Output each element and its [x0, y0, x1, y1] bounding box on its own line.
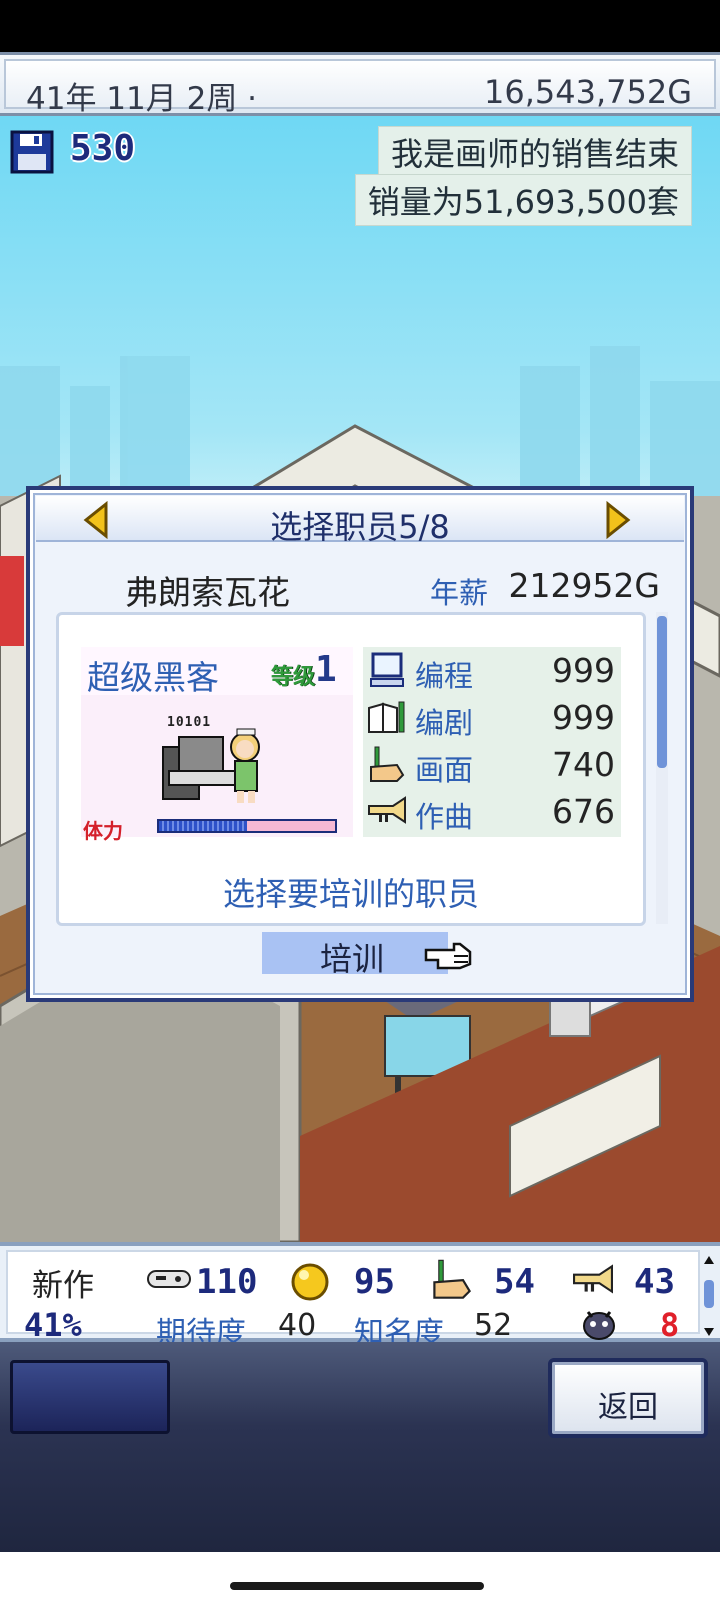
dialog-title: 选择职员5/8 — [270, 508, 450, 546]
stat-row-programming: 编程 999 — [363, 647, 621, 694]
sales-notice-line2: 销量为51,693,500套 — [354, 174, 692, 226]
employee-name: 弗朗索瓦花 — [125, 573, 290, 612]
progress-percent: 41% — [24, 1306, 82, 1344]
gamepad-icon — [147, 1270, 191, 1288]
book-pen-icon — [368, 701, 405, 733]
scrollbar-thumb[interactable] — [657, 616, 667, 768]
fame-value: 52 — [474, 1308, 513, 1343]
save-count: 530 — [70, 128, 136, 169]
employee-portrait — [162, 728, 260, 803]
stat-value: 740 — [552, 745, 615, 784]
stat-row-scenario: 编剧 999 — [363, 694, 621, 741]
computer-icon — [370, 652, 404, 687]
stat-label: 作曲 — [415, 800, 474, 834]
back-button-label: 返回 — [598, 1390, 658, 1425]
status-bar-frame: 41年 11月 2周 · 16,543,752G — [4, 59, 716, 117]
home-indicator[interactable] — [230, 1582, 484, 1590]
back-button[interactable]: 返回 — [548, 1358, 708, 1438]
info-scroll-indicator[interactable] — [702, 1254, 716, 1338]
salary-value: 212952G — [508, 566, 660, 605]
paint-hand-icon — [433, 1259, 471, 1299]
employee-card-panel[interactable]: 超级黑客 等级 1 10101 体力 编程 999 编剧 999 画面 740 … — [56, 612, 646, 926]
dialog-scrollbar[interactable] — [656, 612, 668, 924]
employee-profile-card[interactable]: 超级黑客 等级 1 10101 体力 — [81, 647, 353, 843]
stat-value: 999 — [552, 698, 615, 737]
select-staff-dialog: 选择职员5/8 弗朗索瓦花 年薪 212952G 超级黑客 等级 1 10101 — [26, 486, 694, 1002]
stat-value: 676 — [552, 792, 615, 831]
paint-hand-icon — [370, 746, 405, 782]
select-staff-hint: 选择要培训的职员 — [222, 875, 479, 913]
sound-value: 43 — [634, 1262, 675, 1302]
creativity-value: 95 — [354, 1262, 395, 1302]
salary-label: 年薪 — [430, 576, 489, 610]
stat-label: 画面 — [415, 753, 474, 787]
game-date: 41年 11月 2周 · — [26, 81, 258, 117]
stat-value: 999 — [552, 651, 615, 690]
floppy-disk-icon — [10, 130, 54, 174]
stamina-label: 体力 — [83, 819, 123, 843]
level-label: 等级 — [271, 665, 316, 690]
project-info-bar: 新作 41% 110 95 54 43 期待度 40 知名度 52 8 — [0, 1242, 720, 1351]
bottom-menu: 返回 — [0, 1342, 720, 1552]
gold-orb-icon — [291, 1263, 329, 1301]
money-display: 16,543,752G — [483, 73, 692, 111]
level-value: 1 — [315, 649, 337, 690]
top-status-bar: 41年 11月 2周 · 16,543,752G — [0, 52, 720, 117]
train-button-label: 培训 — [320, 940, 385, 978]
trumpet-icon — [573, 1264, 613, 1294]
new-game-label: 新作 — [32, 1268, 94, 1304]
menu-slot[interactable] — [10, 1360, 170, 1434]
next-staff-arrow-icon[interactable] — [602, 501, 634, 539]
job-title: 超级黑客 — [87, 658, 219, 697]
graphics-value: 54 — [494, 1262, 535, 1302]
bug-count: 8 — [660, 1306, 680, 1344]
stat-label: 编剧 — [415, 706, 474, 740]
stat-row-graphics: 画面 740 — [363, 741, 621, 788]
dialog-title-bar: 选择职员5/8 — [36, 496, 684, 546]
stat-row-sound: 作曲 676 — [363, 788, 621, 835]
sales-notice-line1: 我是画师的销售结束 — [377, 126, 692, 178]
expectation-value: 40 — [278, 1308, 317, 1343]
employee-stats: 编程 999 编剧 999 画面 740 作曲 676 — [363, 647, 621, 837]
pointing-hand-icon — [424, 942, 472, 970]
stamina-bar — [157, 819, 337, 833]
system-nav-area — [0, 1552, 720, 1600]
trumpet-icon — [368, 796, 406, 824]
stamina-bar-fill — [159, 821, 247, 831]
bug-icon — [583, 1311, 615, 1340]
stat-label: 编程 — [415, 659, 474, 693]
train-button[interactable]: 培训 — [262, 932, 472, 978]
fun-value: 110 — [196, 1262, 258, 1302]
